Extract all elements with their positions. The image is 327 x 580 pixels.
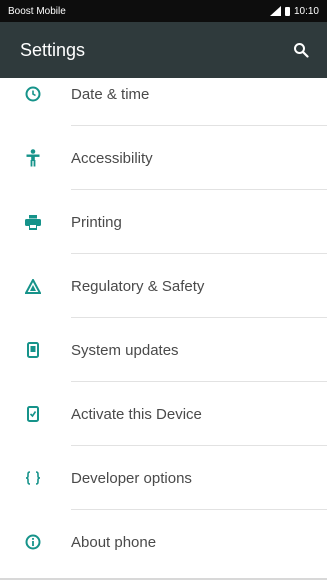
item-label: Date & time (71, 85, 150, 103)
item-label: Printing (71, 213, 122, 231)
list-item-accessibility[interactable]: Accessibility (0, 126, 327, 190)
page-title: Settings (20, 39, 86, 60)
activate-device-icon (24, 405, 42, 423)
info-icon (24, 533, 42, 551)
item-label: Developer options (71, 469, 192, 487)
battery-icon (284, 6, 290, 16)
clock-time: 10:10 (293, 5, 319, 17)
search-button[interactable] (287, 36, 315, 64)
search-icon (294, 43, 309, 58)
item-label: Accessibility (71, 149, 153, 167)
list-item-regulatory-safety[interactable]: Regulatory & Safety (0, 254, 327, 318)
item-label: Regulatory & Safety (71, 277, 205, 295)
item-label: About phone (71, 533, 157, 551)
app-bar: Settings (0, 22, 327, 78)
settings-list: Date & time Accessibility Printing Regul… (0, 78, 327, 580)
printer-icon (24, 213, 42, 231)
list-item-about-phone[interactable]: About phone (0, 510, 327, 574)
list-item-developer-options[interactable]: Developer options (0, 446, 327, 510)
list-item-date-time[interactable]: Date & time (0, 78, 327, 126)
item-label: Activate this Device (71, 405, 202, 423)
accessibility-icon (24, 149, 42, 167)
list-item-printing[interactable]: Printing (0, 190, 327, 254)
signal-icon (269, 6, 281, 16)
item-label: System updates (71, 341, 179, 359)
list-item-system-updates[interactable]: System updates (0, 318, 327, 382)
status-icons: 10:10 (269, 5, 319, 17)
list-item-activate-device[interactable]: Activate this Device (0, 382, 327, 446)
system-update-icon (24, 341, 42, 359)
carrier-name: Boost Mobile (8, 5, 66, 17)
status-bar: Boost Mobile 10:10 (0, 0, 327, 22)
clock-icon (24, 85, 42, 103)
code-braces-icon (24, 469, 42, 487)
regulatory-icon (24, 277, 42, 295)
